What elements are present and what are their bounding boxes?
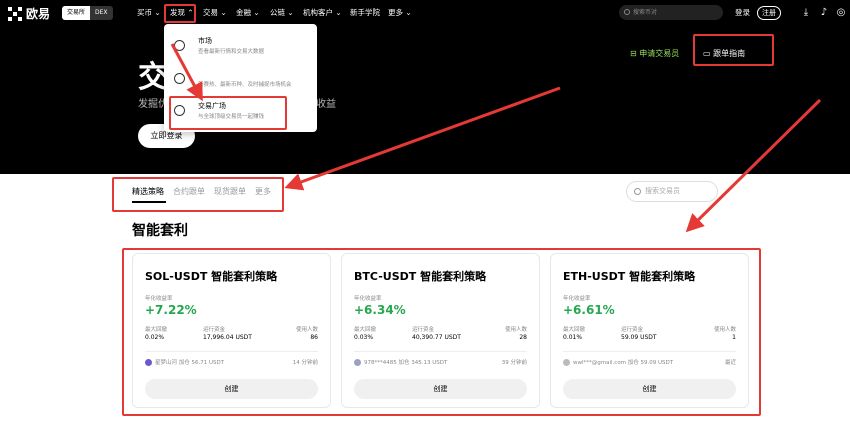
seg-exchange[interactable]: 交易所 xyxy=(62,6,91,20)
exchange-dex-switch[interactable]: 交易所 DEX xyxy=(62,6,113,20)
okx-logo-icon xyxy=(8,6,22,21)
download-icon[interactable]: ⤓ xyxy=(800,6,812,19)
search-icon xyxy=(634,188,641,195)
nav-more[interactable]: 更多 ⌄ xyxy=(388,0,412,26)
hero-subtitle-right: 收益 xyxy=(316,99,336,110)
market-icon xyxy=(174,40,185,51)
top-nav: 欧易 交易所 DEX 买币 ⌄ 发现 ⌃ 交易 ⌄ 金融 ⌄ 公链 ⌄ 机构客户… xyxy=(0,0,850,26)
register-button[interactable]: 注册 xyxy=(757,6,781,20)
nav-chain[interactable]: 公链 ⌄ xyxy=(270,0,294,26)
apply-trader-link[interactable]: ⊟ 申请交易员 xyxy=(630,48,679,59)
login-link[interactable]: 登录 xyxy=(735,0,750,26)
highlight-copy-guide xyxy=(693,34,774,66)
trader-search-input[interactable]: 搜索交易员 xyxy=(626,181,718,202)
bell-icon[interactable]: ♪ xyxy=(818,6,830,19)
nav-academy[interactable]: 新手学院 xyxy=(350,0,380,26)
section-title: 智能套利 xyxy=(132,223,188,239)
opportunity-icon xyxy=(174,73,185,84)
nav-finance[interactable]: 金融 ⌄ xyxy=(236,0,260,26)
logo[interactable]: 欧易 xyxy=(8,5,50,22)
nav-buy-crypto[interactable]: 买币 ⌄ xyxy=(137,0,161,26)
highlight-tabs xyxy=(112,177,284,212)
logo-text: 欧易 xyxy=(26,7,51,21)
nav-institutional[interactable]: 机构客户 ⌄ xyxy=(303,0,342,26)
highlight-trading-plaza xyxy=(169,96,287,130)
highlight-discover xyxy=(164,4,196,23)
globe-icon[interactable]: ◎ xyxy=(835,6,847,19)
seg-dex[interactable]: DEX xyxy=(90,6,113,20)
nav-trade[interactable]: 交易 ⌄ xyxy=(203,0,227,26)
search-icon xyxy=(624,9,630,15)
highlight-cards xyxy=(122,248,761,416)
nav-search-input[interactable]: 搜索币对 xyxy=(619,5,723,20)
